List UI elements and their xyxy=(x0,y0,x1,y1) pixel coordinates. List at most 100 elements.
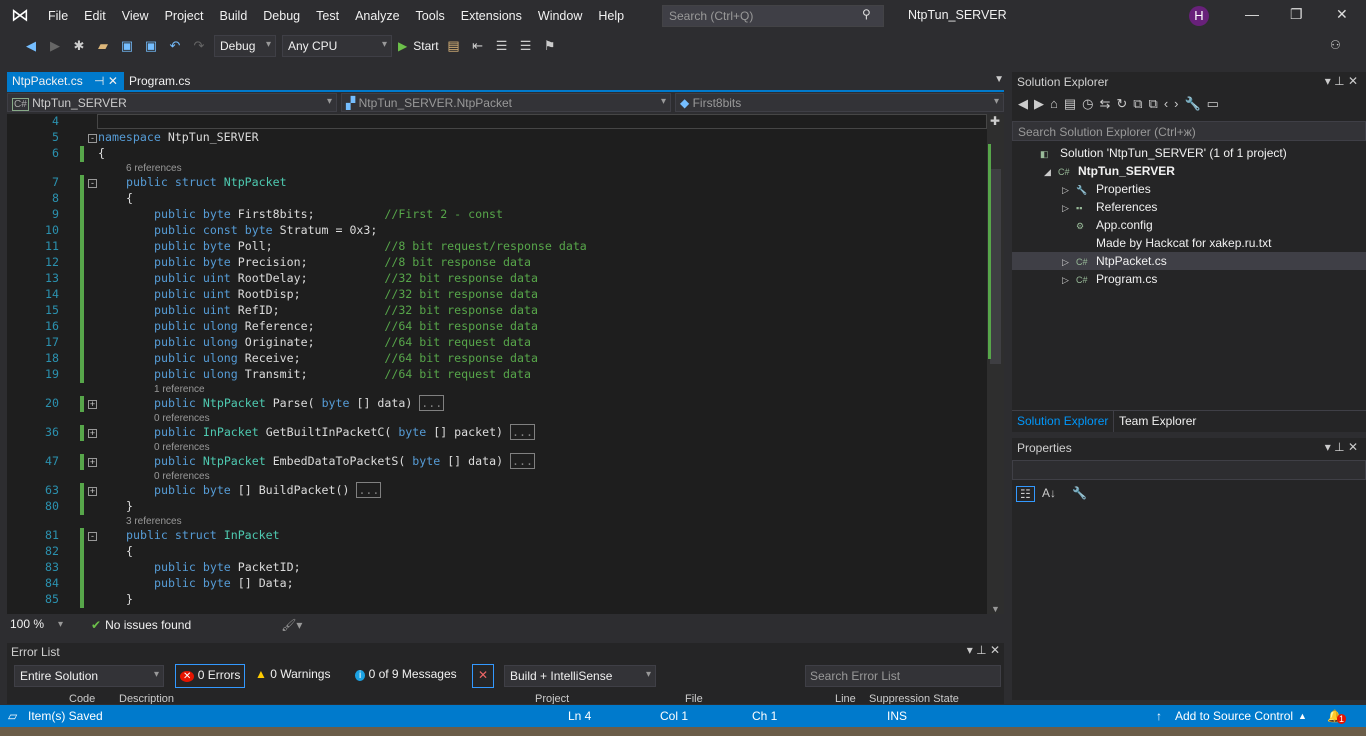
start-button[interactable]: Start xyxy=(413,39,438,53)
undo-icon[interactable]: ↶ xyxy=(166,38,184,54)
expand-icon[interactable]: + xyxy=(88,487,97,496)
panel-controls-icon[interactable]: ▾ ⊥ ✕ xyxy=(1325,74,1358,88)
tree-item[interactable]: ⚙ App.config xyxy=(1012,216,1366,234)
property-pages-icon[interactable]: 🔧 xyxy=(1072,486,1087,500)
issues-status[interactable]: No issues found xyxy=(105,618,191,632)
code-lens[interactable]: 0 references xyxy=(154,413,210,424)
collapse-icon[interactable]: - xyxy=(88,179,97,188)
avatar[interactable]: H xyxy=(1189,6,1209,26)
panel-controls-icon[interactable]: ▾ ⊥ ✕ xyxy=(1325,440,1358,454)
tree-item[interactable]: ◧ Solution 'NtpTun_SERVER' (1 of 1 projec… xyxy=(1012,144,1366,162)
column-header[interactable]: File xyxy=(685,693,703,704)
collapsed-icon[interactable]: ▷ xyxy=(1062,257,1076,268)
menu-debug[interactable]: Debug xyxy=(255,9,308,23)
zoom-select[interactable]: 100 % xyxy=(7,615,67,634)
categorized-icon[interactable]: ☷ xyxy=(1016,486,1035,502)
tab-solution-explorer[interactable]: Solution Explorer xyxy=(1017,414,1108,428)
tree-item[interactable]: ▷ C# NtpPacket.cs xyxy=(1012,252,1366,270)
column-header[interactable]: Code xyxy=(69,693,95,704)
new-project-icon[interactable]: ✱ xyxy=(70,38,88,54)
menu-window[interactable]: Window xyxy=(530,9,590,23)
close-tab-icon[interactable]: ✕ xyxy=(108,74,118,88)
scope-select[interactable]: Entire Solution xyxy=(14,665,164,687)
close-icon[interactable]: ✕ xyxy=(1336,6,1348,23)
save-all-icon[interactable]: ▣ xyxy=(142,38,160,54)
configuration-select[interactable]: Debug xyxy=(214,35,276,57)
scroll-down-icon[interactable]: ▼ xyxy=(991,604,1000,614)
step-icon[interactable]: ⇤ xyxy=(469,38,487,54)
panel-controls-icon[interactable]: ▾ ⊥ ✕ xyxy=(967,643,1000,657)
code-editor[interactable]: 4 5- namespace NtpTun_SERVER 6{6 references… xyxy=(7,114,987,614)
expand-icon[interactable]: + xyxy=(88,400,97,409)
menu-extensions[interactable]: Extensions xyxy=(453,9,530,23)
vertical-scrollbar[interactable]: ✚ ▼ xyxy=(987,114,1004,614)
tree-item[interactable]: ▷ 🔧 Properties xyxy=(1012,180,1366,198)
code-lens[interactable]: 6 references xyxy=(126,163,182,174)
comment-icon[interactable]: ☰ xyxy=(493,38,511,54)
menu-tools[interactable]: Tools xyxy=(408,9,453,23)
tab-ntppacket[interactable]: NtpPacket.cs ⊣ ✕ xyxy=(7,72,124,90)
tree-item[interactable]: ◢ C# NtpTun_SERVER xyxy=(1012,162,1366,180)
type-dropdown[interactable]: ▞ NtpTun_SERVER.NtpPacket xyxy=(341,93,671,112)
redo-icon[interactable]: ↷ xyxy=(190,38,208,54)
menu-test[interactable]: Test xyxy=(308,9,347,23)
platform-select[interactable]: Any CPU xyxy=(282,35,392,57)
expand-icon[interactable]: + xyxy=(88,458,97,467)
scroll-thumb[interactable] xyxy=(990,169,1001,364)
menu-file[interactable]: File xyxy=(40,9,76,23)
column-header[interactable]: Project xyxy=(535,693,569,704)
project-dropdown[interactable]: C# NtpTun_SERVER xyxy=(7,93,337,112)
column-header[interactable]: Suppression State xyxy=(869,693,959,704)
search-input[interactable]: Search (Ctrl+Q) xyxy=(662,5,884,27)
collapsed-icon[interactable]: ▷ xyxy=(1062,185,1076,196)
menu-help[interactable]: Help xyxy=(590,9,632,23)
solution-explorer-toolbar[interactable]: ◀▶⌂▤◷⇆↻⧉⧉‹›🔧▭ xyxy=(1018,96,1225,112)
collapsed-icon[interactable]: ▷ xyxy=(1062,275,1076,286)
code-lens[interactable]: 1 reference xyxy=(154,384,205,395)
tree-item[interactable]: ▷ ▪▪ References xyxy=(1012,198,1366,216)
expand-icon[interactable]: + xyxy=(88,429,97,438)
warnings-filter[interactable]: ▲ 0 Warnings xyxy=(255,667,330,681)
filter-icon[interactable]: ✕ xyxy=(472,664,494,688)
bookmark-icon[interactable]: ⚑ xyxy=(541,38,559,54)
collapsed-icon[interactable]: ▷ xyxy=(1062,203,1076,214)
menu-analyze[interactable]: Analyze xyxy=(347,9,407,23)
menu-view[interactable]: View xyxy=(114,9,157,23)
errors-filter[interactable]: ✕ 0 Errors xyxy=(175,664,246,688)
tree-item[interactable]: Made by Hackcat for xakep.ru.txt xyxy=(1012,234,1366,252)
forward-icon[interactable]: ▶ xyxy=(46,38,64,54)
object-select[interactable] xyxy=(1012,460,1366,480)
insert-mode[interactable]: INS xyxy=(887,709,907,723)
menu-project[interactable]: Project xyxy=(157,9,212,23)
solution-search-input[interactable]: Search Solution Explorer (Ctrl+ж) xyxy=(1012,121,1366,141)
expanded-icon[interactable]: ◢ xyxy=(1044,167,1058,178)
error-search-input[interactable]: Search Error List xyxy=(805,665,1001,687)
member-dropdown[interactable]: ◆ First8bits xyxy=(675,93,1004,112)
maximize-icon[interactable]: ❐ xyxy=(1290,6,1303,23)
minimize-icon[interactable]: — xyxy=(1245,6,1259,22)
code-lens[interactable]: 0 references xyxy=(154,471,210,482)
build-filter-select[interactable]: Build + IntelliSense xyxy=(504,665,656,687)
collapse-icon[interactable]: - xyxy=(88,532,97,541)
tab-team-explorer[interactable]: Team Explorer xyxy=(1119,414,1196,428)
menu-edit[interactable]: Edit xyxy=(76,9,114,23)
tab-program[interactable]: Program.cs xyxy=(124,72,195,90)
source-control-button[interactable]: Add to Source Control xyxy=(1175,709,1293,723)
open-icon[interactable]: ▰ xyxy=(94,38,112,54)
code-lens[interactable]: 0 references xyxy=(154,442,210,453)
tree-item[interactable]: ▷ C# Program.cs xyxy=(1012,270,1366,288)
feedback-icon[interactable]: ⚇ xyxy=(1330,38,1341,52)
messages-filter[interactable]: i 0 of 9 Messages xyxy=(355,667,457,681)
uncomment-icon[interactable]: ☰ xyxy=(517,38,535,54)
tab-dropdown-icon[interactable]: ▼ xyxy=(994,74,1004,85)
code-lens[interactable]: 3 references xyxy=(126,516,182,527)
alphabetical-icon[interactable]: A↓ xyxy=(1042,486,1056,500)
pin-icon[interactable]: ⊣ xyxy=(94,74,104,88)
collapse-icon[interactable]: - xyxy=(88,134,97,143)
start-icon[interactable]: ▶ xyxy=(398,39,407,53)
column-header[interactable]: Description xyxy=(119,693,174,704)
find-icon[interactable]: ▤ xyxy=(445,38,463,54)
menu-build[interactable]: Build xyxy=(211,9,255,23)
back-icon[interactable]: ◀ xyxy=(22,38,40,54)
column-header[interactable]: Line xyxy=(835,693,856,704)
